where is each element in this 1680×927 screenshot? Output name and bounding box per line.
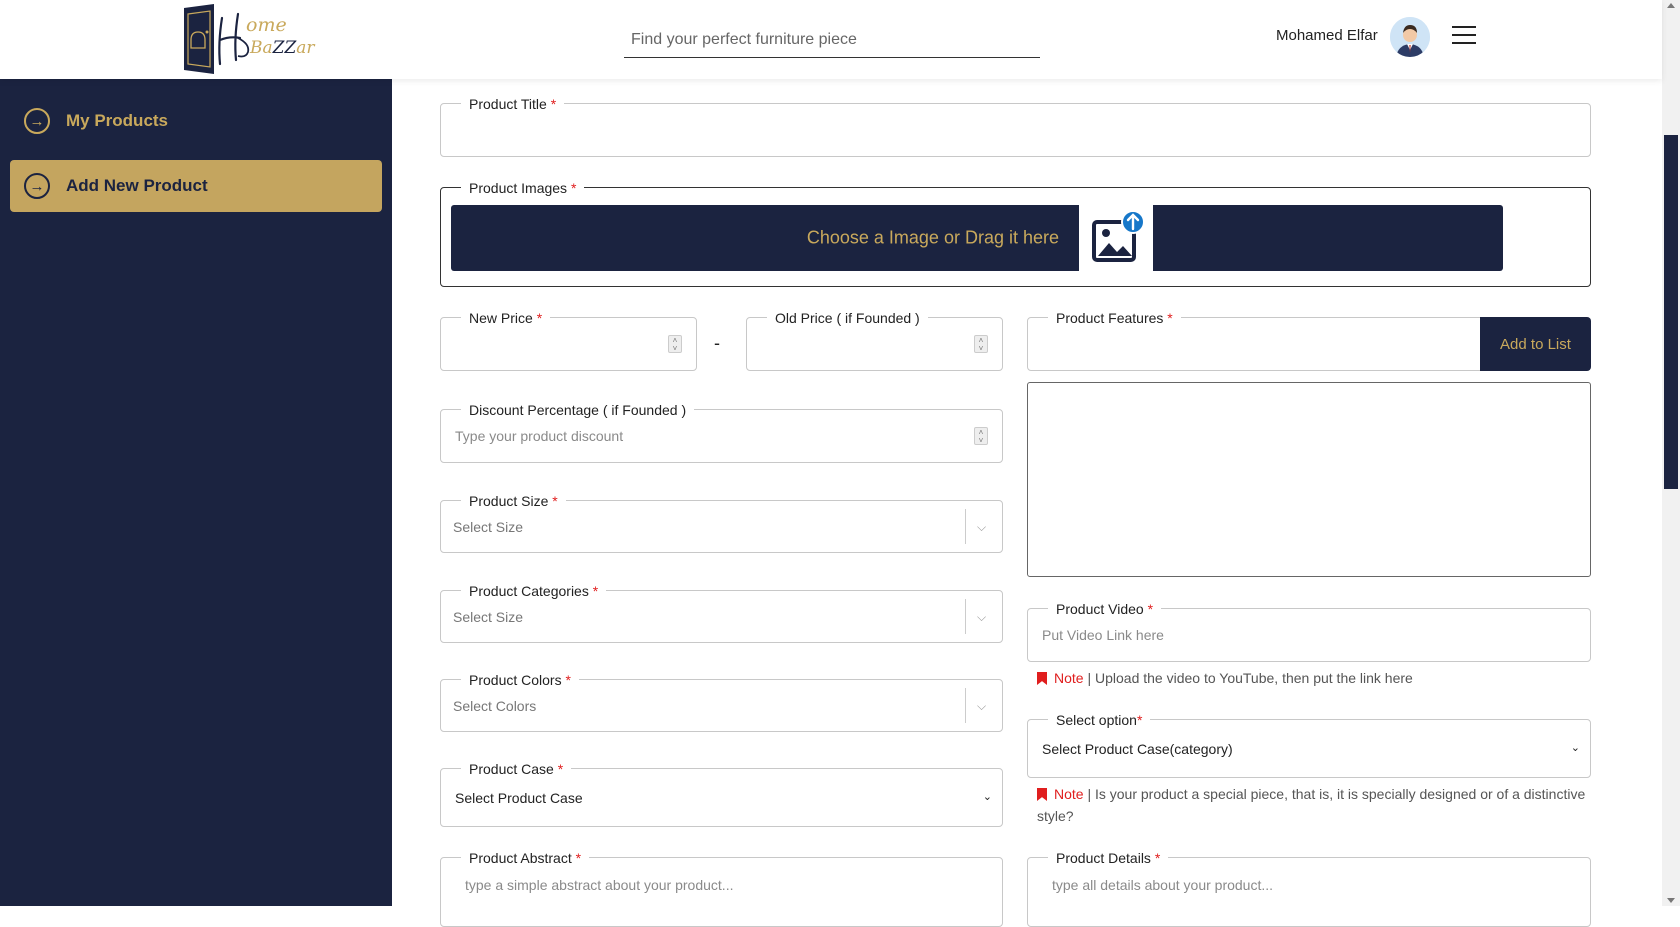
chevron-down-icon[interactable]: ⌵ [977,520,991,534]
image-dropzone[interactable]: Choose a Image or Drag it here [451,205,1503,271]
product-video-input[interactable] [1042,609,1576,661]
field-label: Select option* [1048,711,1151,729]
product-details-field: Product Details * [1027,849,1591,927]
note-text: | Is your product a special piece, that … [1037,786,1586,824]
dropzone-text: Choose a Image or Drag it here [806,227,1059,248]
chevron-down-icon[interactable]: ⌵ [977,610,991,624]
top-header: ome BaZZar Mohamed Elfar [0,0,1662,79]
product-images-field: Product Images * Choose a Image or Drag … [440,179,1591,287]
option-note: Note | Is your product a special piece, … [1037,783,1597,827]
number-stepper[interactable]: ˄ ˅ [974,427,988,445]
product-details-input[interactable] [1052,868,1576,902]
product-title-input[interactable] [455,104,1576,156]
number-stepper[interactable]: ˄ ˅ [668,335,682,353]
field-label: Product Details * [1048,849,1169,867]
sidebar-item-add-new-product[interactable]: → Add New Product [10,160,382,212]
scroll-up-arrow-icon[interactable] [1667,3,1675,8]
field-label: Product Images * [461,179,585,197]
new-price-field: New Price * ˄ ˅ [440,309,697,371]
select-divider [965,688,966,723]
chevron-down-icon[interactable]: ⌄ [1571,741,1580,754]
bookmark-icon [1037,672,1047,685]
logo-bazzar-text: BaZZar [250,38,315,58]
arrow-right-circle-icon: → [24,173,50,199]
select-divider [965,599,966,634]
search-bar [624,22,1040,58]
field-label: Product Colors * [461,671,579,689]
hamburger-menu-icon[interactable] [1452,26,1476,48]
price-separator: - [714,333,720,353]
product-size-select[interactable]: Product Size * Select Size ⌵ [440,492,1003,553]
video-note: Note | Upload the video to YouTube, then… [1037,667,1597,689]
select-placeholder: Select Size [453,518,524,535]
user-avatar[interactable] [1390,17,1430,57]
field-label: Product Categories * [461,582,607,600]
home-bazzar-logo[interactable]: ome BaZZar [182,2,330,76]
number-stepper[interactable]: ˄ ˅ [974,335,988,353]
dropzone-left-panel: Choose a Image or Drag it here [451,205,1079,271]
product-features-input[interactable] [1042,318,1472,370]
scroll-down-arrow-icon[interactable] [1667,898,1675,903]
sidebar-item-label: Add New Product [66,176,208,195]
select-placeholder: Select Size [453,608,524,625]
features-list-box[interactable] [1027,382,1591,577]
bookmark-icon [1037,788,1047,801]
note-label: Note [1054,670,1084,686]
select-option-select[interactable]: Select option* Select Product Case(categ… [1027,711,1591,778]
product-colors-select[interactable]: Product Colors * Select Colors ⌵ [440,671,1003,732]
scrollbar-thumb[interactable] [1664,135,1678,489]
select-value: Select Product Case(category) [1042,740,1233,757]
dropzone-right-panel [1153,205,1503,271]
field-label: Product Case * [461,760,572,778]
discount-field: Discount Percentage ( if Founded ) ˄˅ [440,401,1003,463]
chevron-down-icon[interactable]: ⌄ [983,790,992,803]
product-categories-select[interactable]: Product Categories * Select Size ⌵ [440,582,1003,643]
arrow-right-circle-icon: → [24,108,50,134]
sidebar-item-my-products[interactable]: → My Products [10,95,382,147]
product-case-select[interactable]: Product Case * Select Product Case ⌄ [440,760,1003,827]
old-price-input[interactable] [761,318,988,370]
product-features-field: Product Features * [1027,309,1487,371]
select-divider [965,509,966,544]
product-abstract-input[interactable] [465,868,988,902]
chevron-down-icon[interactable]: ⌵ [977,699,991,713]
sidebar: → My Products → Add New Product [0,79,392,906]
discount-input[interactable] [455,410,988,462]
field-label: Product Abstract * [461,849,590,867]
logo-home-text: ome [246,14,287,36]
search-input[interactable] [624,22,1040,57]
sidebar-item-label: My Products [66,111,169,130]
new-price-input[interactable] [455,318,682,370]
old-price-field: Old Price ( if Founded ) ˄ ˅ [746,309,1003,371]
add-to-list-button[interactable]: Add to List [1480,317,1591,371]
select-placeholder: Select Colors [453,697,537,714]
note-label: Note [1054,786,1084,802]
user-name[interactable]: Mohamed Elfar [1276,27,1378,44]
page-scrollbar[interactable] [1662,0,1680,906]
image-upload-icon[interactable] [1079,205,1153,271]
product-abstract-field: Product Abstract * [440,849,1003,927]
note-text: | Upload the video to YouTube, then put … [1083,670,1413,686]
field-label: Product Size * [461,492,566,510]
select-value: Select Product Case [455,789,583,806]
product-video-field: Product Video * [1027,600,1591,662]
product-title-field: Product Title * [440,95,1591,157]
